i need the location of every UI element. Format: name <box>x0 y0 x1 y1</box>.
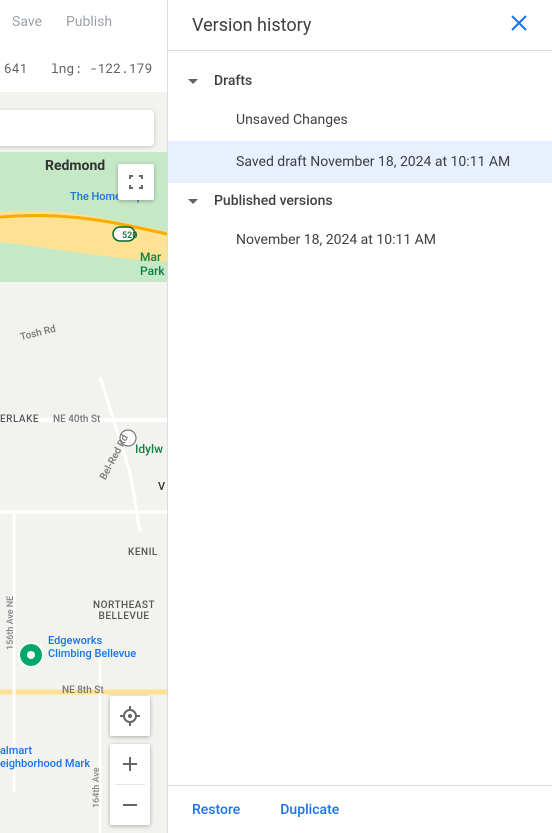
fullscreen-icon <box>127 173 145 191</box>
gps-button[interactable] <box>110 696 150 736</box>
drafts-section-title: Drafts <box>214 73 252 89</box>
walmart-label: almart eighborhood Mark <box>0 744 90 770</box>
restore-button[interactable]: Restore <box>192 802 240 818</box>
zoom-group <box>110 744 150 825</box>
panel-body: Drafts Unsaved Changes Saved draft Novem… <box>168 51 552 785</box>
search-input[interactable] <box>0 110 154 146</box>
ne40-label: NE 40th St <box>53 414 100 425</box>
vi-label: V <box>158 480 165 493</box>
ave156-label: 156th Ave NE <box>6 596 16 650</box>
idylw-label: Idylw <box>135 442 163 456</box>
version-item-saved-draft[interactable]: Saved draft November 18, 2024 at 10:11 A… <box>168 141 552 183</box>
ave164-label: 164th Ave <box>92 767 102 808</box>
version-item-unsaved[interactable]: Unsaved Changes <box>168 99 552 141</box>
ne8-label: NE 8th St <box>62 685 104 696</box>
zoom-out-button[interactable] <box>110 785 150 825</box>
map-area: Save Publish 641 lng: -122.179 520 Redmo… <box>0 0 167 833</box>
panel-footer: Restore Duplicate <box>168 785 552 833</box>
map-marker[interactable] <box>18 642 44 668</box>
nebellevue-label: NORTHEAST BELLEVUE <box>93 600 155 622</box>
published-section-header[interactable]: Published versions <box>168 183 552 219</box>
panel-header: Version history <box>168 0 552 51</box>
map-controls <box>110 696 150 825</box>
toolbar: Save Publish <box>0 0 167 44</box>
panel-title: Version history <box>192 15 311 36</box>
map-canvas[interactable]: 520 Redmond The Home Dep Mar Park Tosh R… <box>0 92 167 833</box>
fullscreen-button[interactable] <box>118 164 154 200</box>
zoom-in-button[interactable] <box>110 744 150 784</box>
gps-icon <box>119 705 141 727</box>
close-icon <box>510 14 528 32</box>
publish-button[interactable]: Publish <box>66 14 112 30</box>
plus-icon <box>122 756 138 772</box>
chevron-down-icon <box>188 79 198 84</box>
erlake-label: ERLAKE <box>0 414 39 425</box>
marymoor-label: Mar Park <box>140 250 165 278</box>
lng-value: -122.179 <box>90 59 152 77</box>
drafts-section-header[interactable]: Drafts <box>168 63 552 99</box>
chevron-down-icon <box>188 199 198 204</box>
route-520-label: 520 <box>122 231 137 241</box>
version-history-panel: Version history Drafts Unsaved Changes S… <box>167 0 552 833</box>
coords-readout: 641 lng: -122.179 <box>0 44 167 92</box>
version-item-published[interactable]: November 18, 2024 at 10:11 AM <box>168 219 552 261</box>
save-button[interactable]: Save <box>12 14 42 30</box>
duplicate-button[interactable]: Duplicate <box>280 802 339 818</box>
lng-label: lng: <box>51 59 82 77</box>
lat-value: 641 <box>4 59 27 77</box>
minus-icon <box>122 797 138 813</box>
edgeworks-label: Edgeworks Climbing Bellevue <box>48 634 136 660</box>
published-section-title: Published versions <box>214 193 333 209</box>
redmond-label: Redmond <box>45 158 105 174</box>
kenil-label: KENIL <box>128 547 158 558</box>
close-button[interactable] <box>506 10 532 40</box>
